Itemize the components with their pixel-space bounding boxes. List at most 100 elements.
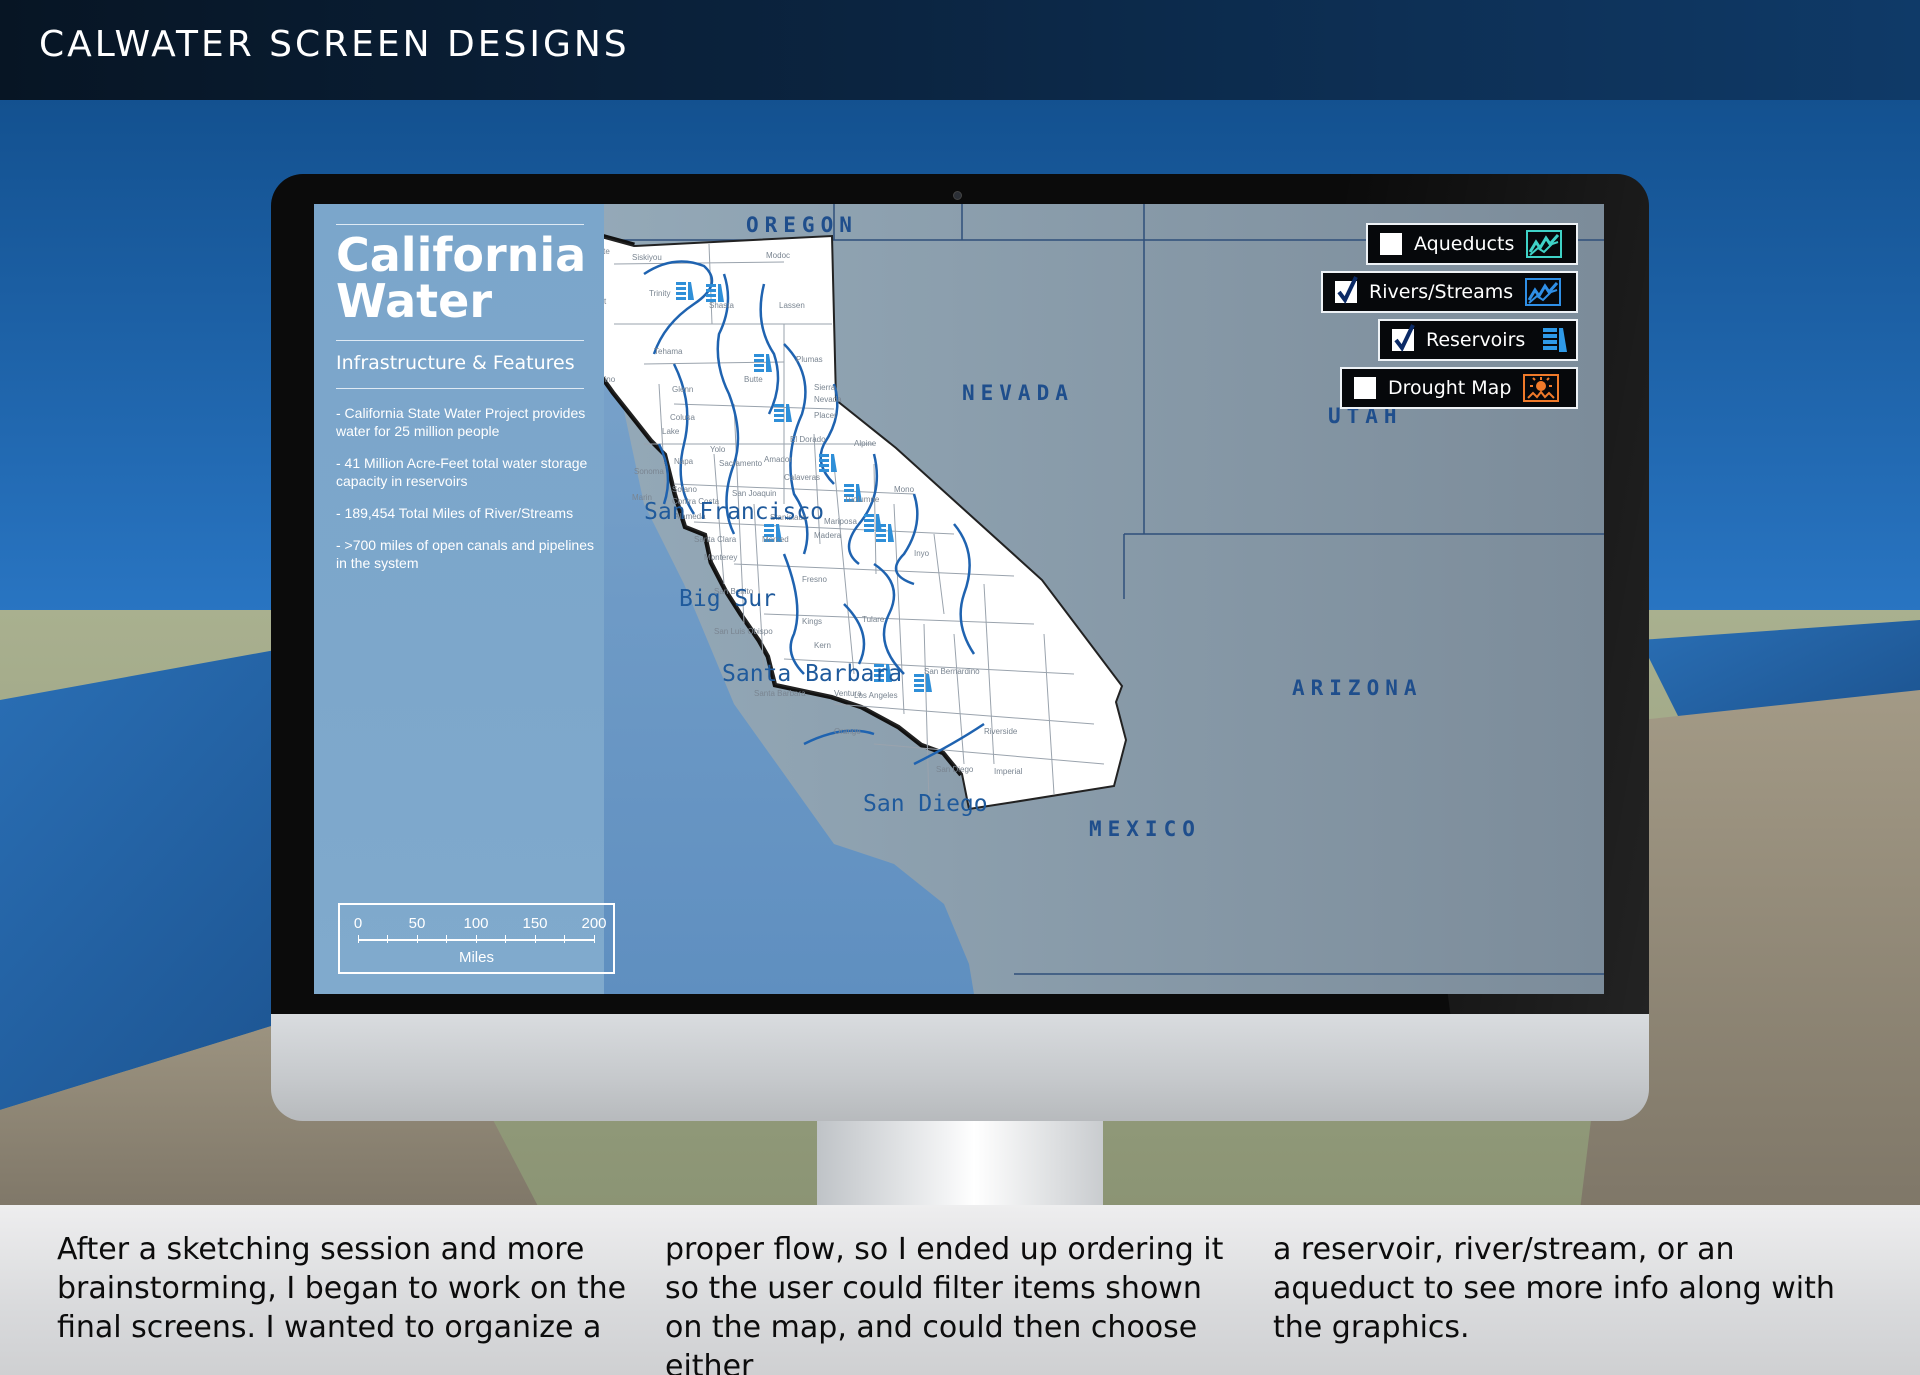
reservoir-bar — [914, 689, 924, 692]
county-label: Kings — [802, 617, 822, 626]
reservoir-bar — [764, 529, 774, 532]
county-label: Tulare — [862, 615, 885, 624]
reservoir-bar — [706, 289, 716, 292]
label-san-diego: San Diego — [863, 791, 988, 817]
app-title-line2: Water — [336, 274, 493, 328]
fact-item: - California State Water Project provide… — [336, 405, 586, 439]
county-label: Alpine — [854, 439, 877, 448]
reservoir-bar — [864, 519, 874, 522]
reservoir-bar — [876, 534, 886, 537]
reservoir-bar — [774, 414, 784, 417]
scale-tick — [358, 935, 359, 943]
reservoir-bar — [819, 459, 829, 462]
county-label: San Joaquin — [732, 489, 776, 498]
scale-label: 150 — [522, 915, 548, 932]
toggle-reservoirs[interactable]: Reservoirs — [1378, 319, 1578, 361]
reservoir-bar — [676, 292, 686, 295]
reservoir-bar — [774, 404, 784, 407]
county-label: Amador — [764, 455, 792, 464]
scale-unit: Miles — [458, 949, 494, 966]
fact-item: - 189,454 Total Miles of River/Streams — [336, 505, 574, 521]
header-bar: CALWATER SCREEN DESIGNS — [0, 0, 1920, 100]
county-label: Merced — [762, 535, 789, 544]
scale-tick — [417, 935, 418, 943]
county-label: San Bernardino — [924, 667, 980, 676]
facts-list: - California State Water Project provide… — [336, 404, 598, 586]
reservoir-bar — [914, 679, 924, 682]
monitor-chin — [271, 1014, 1649, 1121]
county-label: Riverside — [984, 727, 1018, 736]
county-label: Mariposa — [824, 517, 857, 526]
reservoir-bar — [706, 284, 716, 287]
county-label: Madera — [814, 531, 842, 540]
fact-item: - >700 miles of open canals and pipeline… — [336, 537, 595, 571]
checkbox-reservoirs[interactable] — [1392, 324, 1415, 352]
scale-tick — [387, 935, 388, 943]
app-screen: Del NorteSiskiyouModocHumboldtTrinitySha… — [314, 204, 1604, 994]
page-title: CALWATER SCREEN DESIGNS — [39, 24, 630, 65]
reservoir-bar — [676, 297, 686, 300]
scale-label: 50 — [408, 915, 426, 932]
reservoir-bar — [819, 464, 829, 467]
checkbox-rivers-streams[interactable] — [1335, 276, 1358, 304]
toggle-drought-map[interactable]: Drought Map — [1340, 367, 1578, 409]
fact-item: - 41 Million Acre-Feet total water stora… — [336, 455, 588, 489]
toggle-label: Reservoirs — [1426, 329, 1526, 351]
reservoir-bar — [844, 489, 854, 492]
panel-divider — [336, 388, 584, 389]
app-title: California Water — [336, 232, 596, 324]
toggle-label: Aqueducts — [1414, 233, 1515, 255]
county-label: Orange — [834, 727, 861, 736]
reservoir-bar — [754, 354, 764, 357]
county-label: Tehama — [654, 347, 683, 356]
scale-tick — [476, 935, 477, 943]
county-label: Plumas — [796, 355, 823, 364]
label-oregon: OREGON — [746, 213, 858, 237]
panel-divider — [336, 224, 584, 225]
label-santa-barbara: Santa Barbara — [722, 661, 902, 687]
reservoir-bar — [864, 524, 874, 527]
scale-tick — [505, 935, 506, 943]
county-label: Yolo — [710, 445, 726, 454]
checkmark-icon — [1337, 276, 1358, 304]
label-big-sur: Big Sur — [679, 586, 776, 612]
label-arizona: ARIZONA — [1292, 676, 1423, 700]
county-label: Siskiyou — [632, 253, 662, 262]
toggle-label: Drought Map — [1388, 377, 1512, 399]
county-label: Calaveras — [784, 473, 820, 482]
checkbox-drought-map[interactable] — [1354, 377, 1376, 399]
county-label: Sierra — [814, 383, 836, 392]
county-label: Lake — [662, 427, 680, 436]
reservoir-bar — [754, 359, 764, 362]
checkmark-icon — [1394, 324, 1415, 352]
reservoir-bar — [864, 529, 874, 532]
toggle-aqueducts[interactable]: Aqueducts — [1366, 223, 1578, 265]
toggle-rivers-streams[interactable]: Rivers/Streams — [1321, 271, 1578, 313]
monitor-stand — [817, 1115, 1103, 1205]
county-label: Mono — [894, 485, 915, 494]
county-label: Trinity — [649, 289, 670, 298]
aqueduct-chart-icon — [1526, 230, 1563, 258]
info-panel: California Water Infrastructure & Featur… — [314, 204, 615, 994]
reservoir-bar — [676, 287, 686, 290]
county-label: Nevada — [814, 395, 842, 404]
label-nevada: NEVADA — [962, 381, 1074, 405]
county-label: Napa — [674, 457, 694, 466]
county-label: Colusa — [670, 413, 695, 422]
app-title-line1: California — [336, 228, 587, 282]
panel-divider — [336, 340, 584, 341]
county-label: Butte — [744, 375, 763, 384]
county-label: Sonoma — [634, 467, 664, 476]
county-label: Modoc — [766, 251, 790, 260]
county-label: Sacramento — [719, 459, 763, 468]
reservoir-bar — [676, 282, 686, 285]
caption-column-1: After a sketching session and more brain… — [57, 1232, 627, 1345]
scale-label: 100 — [463, 915, 489, 932]
checkbox-aqueducts[interactable] — [1380, 233, 1402, 255]
county-label: Placer — [814, 411, 837, 420]
county-label: Glenn — [672, 385, 693, 394]
county-label: Lassen — [779, 301, 805, 310]
reservoir-bar — [754, 369, 764, 372]
county-label: El Dorado — [790, 435, 826, 444]
scale-tick — [594, 935, 595, 943]
